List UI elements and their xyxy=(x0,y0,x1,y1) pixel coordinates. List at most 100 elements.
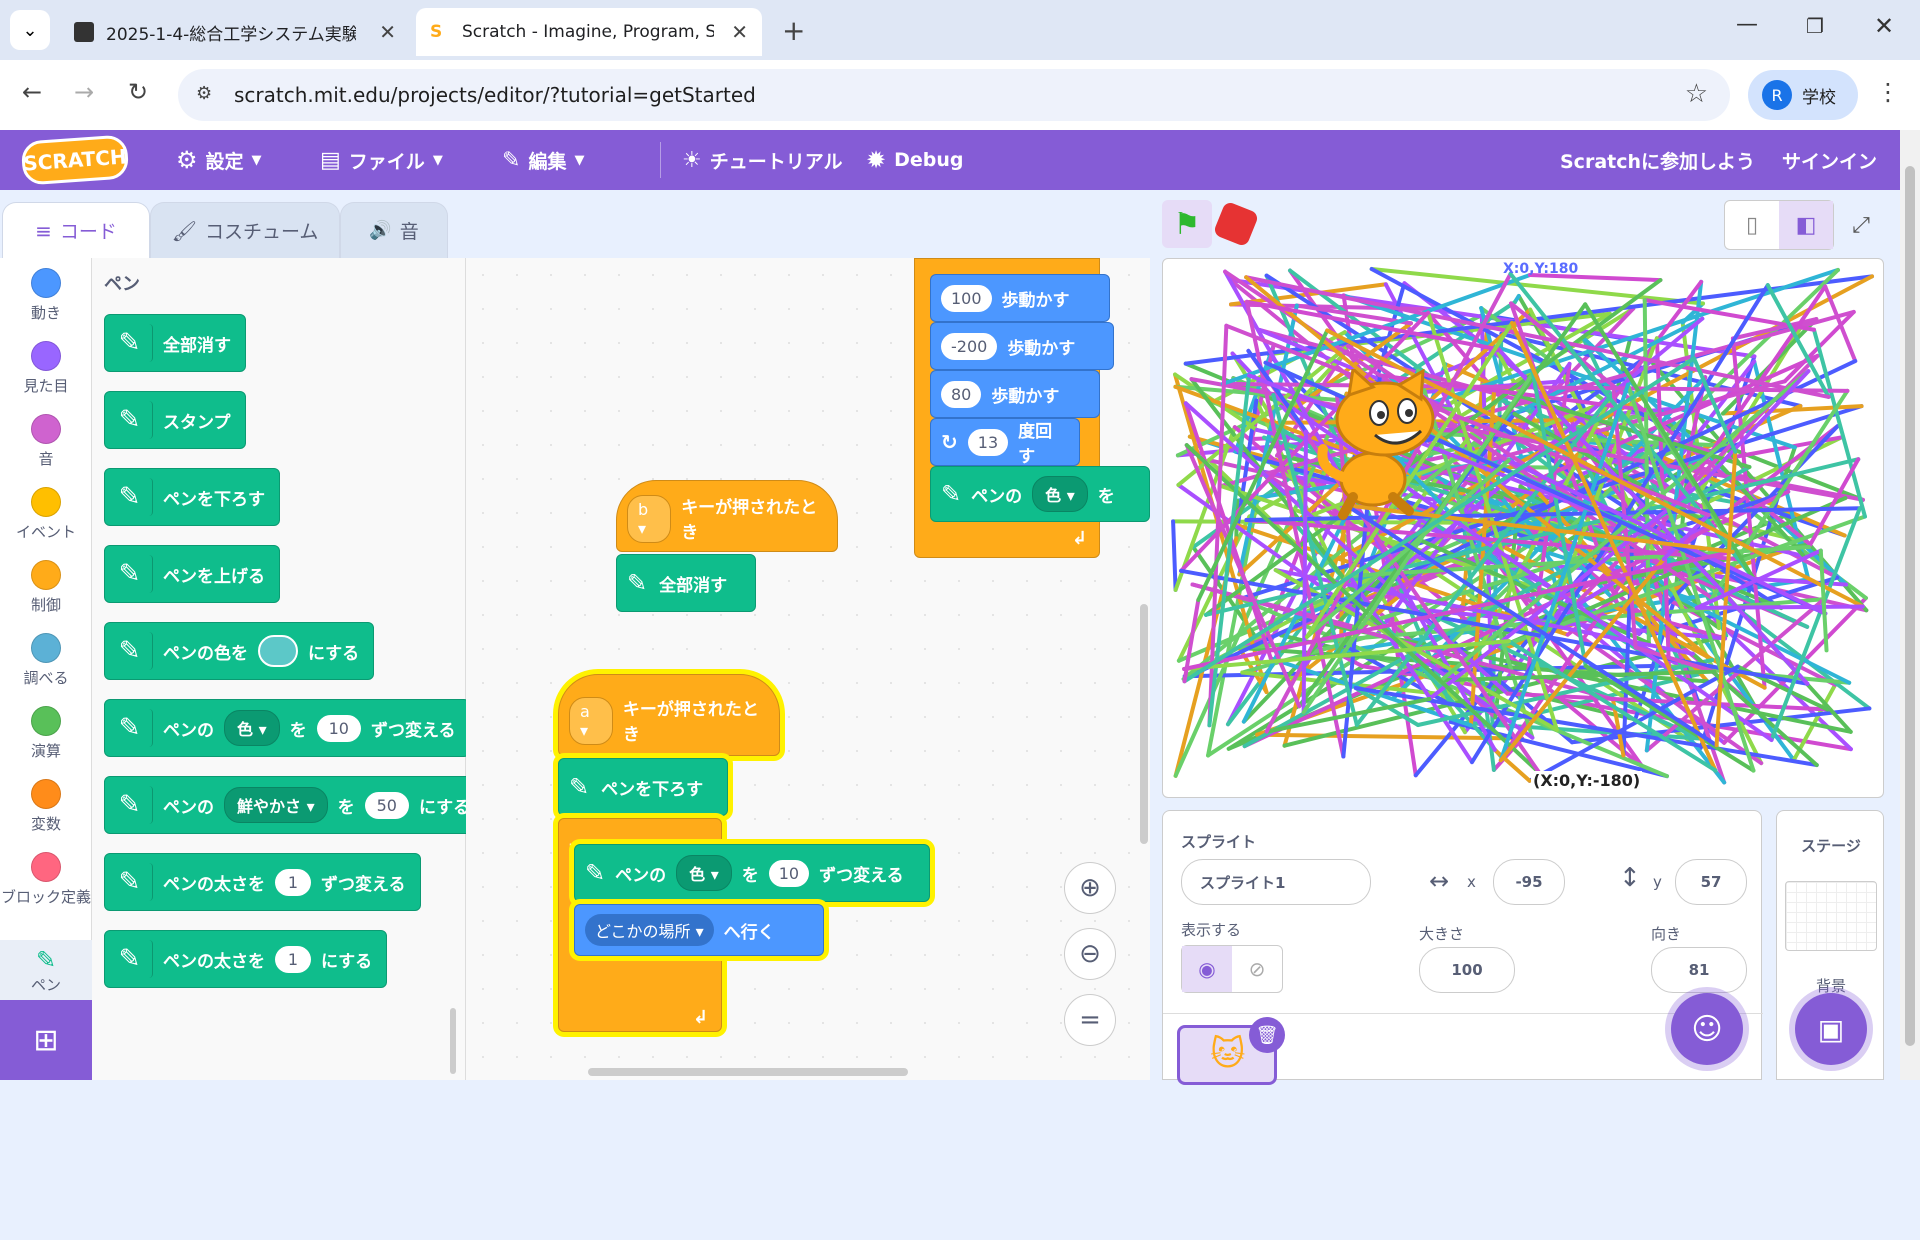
block-pen-down[interactable]: ✎ペンを下ろす xyxy=(104,468,280,526)
stage[interactable]: X:0,Y:180 (X:0,Y:-180) xyxy=(1162,258,1884,798)
block-change-pen-param[interactable]: ✎ペンの色 ▾を10ずつ変える xyxy=(574,844,930,902)
block-set-pen-size[interactable]: ✎ペンの太さを1にする xyxy=(104,930,387,988)
target-dropdown[interactable]: どこかの場所 ▾ xyxy=(585,914,714,946)
block-turn-degrees[interactable]: ↻13度回す xyxy=(930,418,1080,466)
eye-icon[interactable]: ◉ xyxy=(1182,946,1232,992)
join-scratch-link[interactable]: Scratchに参加しよう xyxy=(1560,130,1755,190)
size-input[interactable]: 100 xyxy=(1419,947,1515,993)
add-sprite-button[interactable]: ☺ xyxy=(1671,993,1743,1065)
zoom-in-button[interactable]: ⊕ xyxy=(1064,862,1116,914)
category-myblocks[interactable]: ブロック定義 xyxy=(0,852,92,907)
category-motion[interactable]: 動き xyxy=(0,268,92,323)
zoom-out-button[interactable]: ⊖ xyxy=(1064,928,1116,980)
window-close-icon[interactable]: ✕ xyxy=(1874,12,1894,40)
number-input[interactable]: 50 xyxy=(365,792,409,819)
block-change-pen-param[interactable]: ✎ペンの色 ▾を10ずつ変える xyxy=(104,699,470,757)
settings-menu[interactable]: ⚙ 設定 ▼ xyxy=(176,130,262,190)
back-icon[interactable]: ← xyxy=(22,78,42,106)
number-input[interactable]: 80 xyxy=(941,381,981,408)
delete-sprite-button[interactable]: 🗑 xyxy=(1249,1017,1285,1053)
number-input[interactable]: 13 xyxy=(968,429,1008,456)
y-input[interactable]: 57 xyxy=(1675,859,1747,905)
param-dropdown[interactable]: 鮮やかさ ▾ xyxy=(224,787,328,823)
tab-experiment[interactable]: 2025-1-4-総合工学システム実験 ✕ xyxy=(60,8,410,56)
reload-icon[interactable]: ↻ xyxy=(128,78,148,106)
tab-sound[interactable]: 🔊 音 xyxy=(340,202,448,258)
debug-button[interactable]: ✹ Debug xyxy=(866,130,964,190)
block-set-pen-param[interactable]: ✎ペンの鮮やかさ ▾を50にする xyxy=(104,776,485,834)
close-tab-icon[interactable]: ✕ xyxy=(731,20,748,44)
file-menu[interactable]: ▤ ファイル ▼ xyxy=(320,130,443,190)
tab-search-chevron-icon[interactable]: ⌄ xyxy=(10,10,50,50)
direction-input[interactable]: 81 xyxy=(1651,947,1747,993)
block-pen-up[interactable]: ✎ペンを上げる xyxy=(104,545,280,603)
url-input[interactable]: ⚙ scratch.mit.edu/projects/editor/?tutor… xyxy=(178,69,1730,121)
key-dropdown[interactable]: a ▾ xyxy=(569,697,613,745)
scratch-logo[interactable]: SCRATCH xyxy=(21,134,130,185)
page-scrollbar-thumb[interactable] xyxy=(1905,166,1915,1046)
key-dropdown[interactable]: b ▾ xyxy=(627,495,671,543)
block-pen-stamp[interactable]: ✎スタンプ xyxy=(104,391,246,449)
cat-sprite[interactable] xyxy=(1313,369,1463,529)
category-events[interactable]: イベント xyxy=(0,487,92,542)
stage-thumbnail[interactable] xyxy=(1785,881,1877,951)
category-sound[interactable]: 音 xyxy=(0,414,92,469)
block-when-key-pressed[interactable]: b ▾ キーが押されたとき xyxy=(616,480,838,552)
profile-button[interactable]: R 学校 xyxy=(1748,70,1858,120)
block-change-pen-size[interactable]: ✎ペンの太さを1ずつ変える xyxy=(104,853,421,911)
tab-code[interactable]: ≡ コード xyxy=(2,202,150,258)
block-pen-clear[interactable]: ✎全部消す xyxy=(104,314,246,372)
number-input[interactable]: 10 xyxy=(317,715,361,742)
param-dropdown[interactable]: 色 ▾ xyxy=(224,710,280,746)
site-info-icon[interactable]: ⚙ xyxy=(196,83,212,104)
tab-scratch[interactable]: S Scratch - Imagine, Program, Sha ✕ xyxy=(416,8,762,56)
close-tab-icon[interactable]: ✕ xyxy=(379,20,396,44)
category-operators[interactable]: 演算 xyxy=(0,706,92,761)
number-input[interactable]: 10 xyxy=(769,860,809,887)
restore-icon[interactable]: ❐ xyxy=(1806,14,1824,38)
number-input[interactable]: 100 xyxy=(941,285,992,312)
page-scrollbar[interactable] xyxy=(1900,130,1920,1080)
block-change-pen-param[interactable]: ✎ペンの色 ▾を xyxy=(930,466,1150,522)
palette-scrollbar[interactable] xyxy=(450,1008,456,1074)
sprite-name-input[interactable]: スプライト1 xyxy=(1181,859,1371,905)
large-stage-icon[interactable]: ◧ xyxy=(1779,201,1833,249)
block-when-key-pressed[interactable]: a ▾ キーが押されたとき xyxy=(558,674,780,756)
script-workspace[interactable]: 100歩動かす -200歩動かす 80歩動かす ↻13度回す ✎ペンの色 ▾を … xyxy=(466,258,1150,1080)
category-sensing[interactable]: 調べる xyxy=(0,633,92,688)
tab-costume[interactable]: 🖌 コスチューム xyxy=(150,202,340,258)
number-input[interactable]: 1 xyxy=(275,869,311,896)
add-extension-button[interactable]: ⊞ xyxy=(0,1000,92,1080)
bookmark-star-icon[interactable]: ☆ xyxy=(1685,79,1708,109)
browser-menu-icon[interactable]: ⋮ xyxy=(1876,78,1900,106)
block-pen-clear[interactable]: ✎全部消す xyxy=(616,554,756,612)
param-dropdown[interactable]: 色 ▾ xyxy=(676,855,732,891)
tutorial-button[interactable]: ☀ チュートリアル xyxy=(682,130,843,190)
signin-link[interactable]: サインイン xyxy=(1782,130,1877,190)
block-move-steps[interactable]: -200歩動かす xyxy=(930,322,1114,370)
block-move-steps[interactable]: 80歩動かす xyxy=(930,370,1100,418)
category-control[interactable]: 制御 xyxy=(0,560,92,615)
block-set-pen-color[interactable]: ✎ペンの色をにする xyxy=(104,622,374,680)
category-looks[interactable]: 見た目 xyxy=(0,341,92,396)
category-pen[interactable]: ✎ペン xyxy=(0,940,92,1000)
fullscreen-icon[interactable]: ⤢ xyxy=(1838,200,1884,250)
color-swatch[interactable] xyxy=(258,635,298,667)
number-input[interactable]: -200 xyxy=(941,333,997,360)
param-dropdown[interactable]: 色 ▾ xyxy=(1032,476,1088,512)
zoom-reset-button[interactable]: = xyxy=(1064,994,1116,1046)
number-input[interactable]: 1 xyxy=(275,946,311,973)
workspace-vscrollbar[interactable] xyxy=(1140,604,1148,844)
edit-menu[interactable]: ✎ 編集 ▼ xyxy=(502,130,584,190)
x-input[interactable]: -95 xyxy=(1493,859,1565,905)
add-backdrop-button[interactable]: ▣ xyxy=(1795,993,1867,1065)
small-stage-icon[interactable]: ▯ xyxy=(1725,201,1779,249)
minimize-icon[interactable]: — xyxy=(1736,12,1758,37)
block-goto[interactable]: どこかの場所 ▾へ行く xyxy=(574,904,824,956)
green-flag-button[interactable]: ⚑ xyxy=(1162,200,1212,248)
workspace-hscrollbar[interactable] xyxy=(588,1068,908,1076)
eye-off-icon[interactable]: ⊘ xyxy=(1232,946,1282,992)
forward-icon[interactable]: → xyxy=(74,78,94,106)
category-variables[interactable]: 変数 xyxy=(0,779,92,834)
block-move-steps[interactable]: 100歩動かす xyxy=(930,274,1110,322)
